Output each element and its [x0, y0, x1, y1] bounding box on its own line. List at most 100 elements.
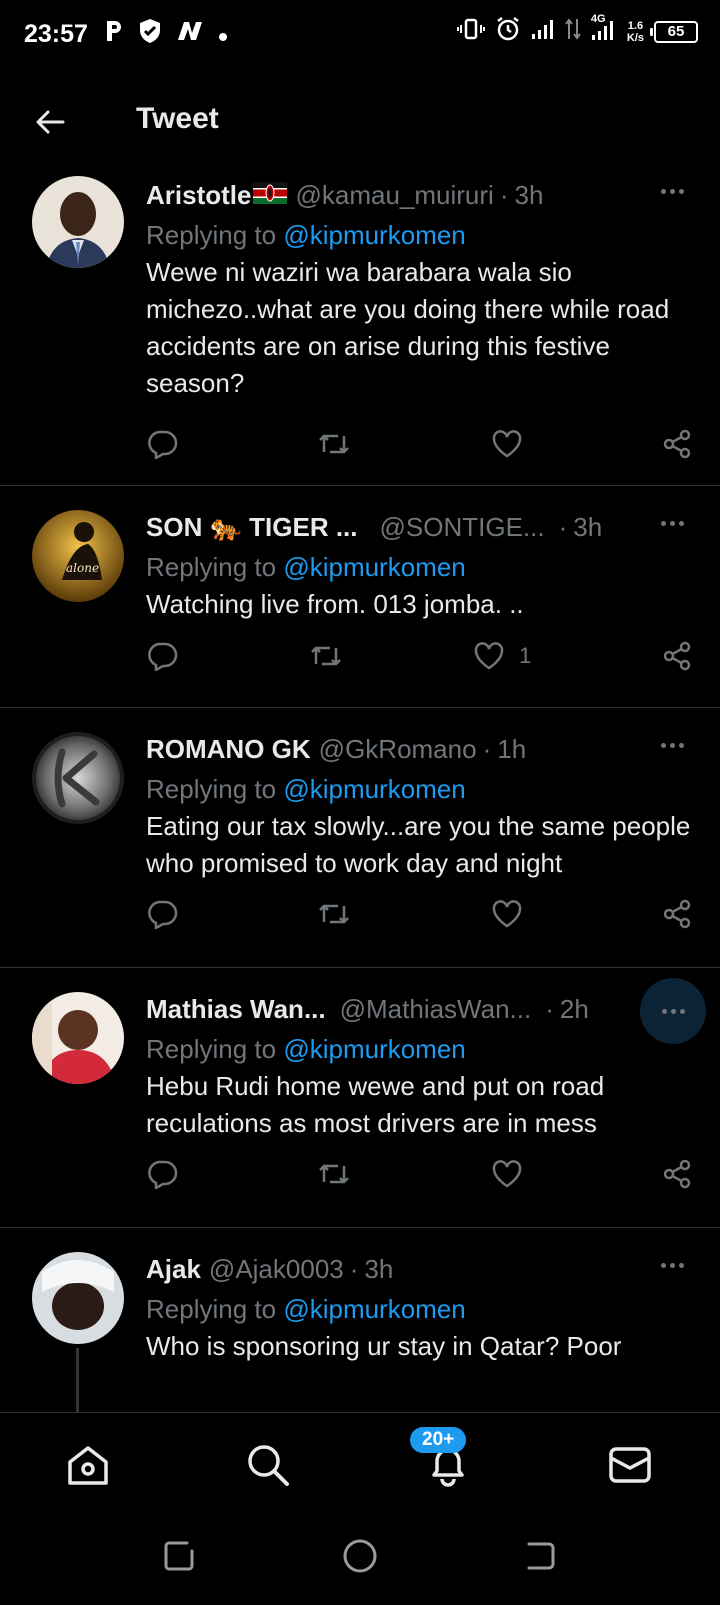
avatar[interactable]	[32, 732, 124, 824]
dot-icon	[661, 1008, 667, 1014]
display-name[interactable]: Ajak	[146, 1254, 201, 1285]
username[interactable]: @MathiasWan...	[340, 994, 532, 1025]
dot-icon	[660, 520, 666, 526]
more-options-button[interactable]	[644, 176, 700, 206]
dot-icon	[678, 520, 684, 526]
network-speed-unit: K/s	[626, 31, 644, 44]
reply-button[interactable]	[146, 429, 178, 459]
mention-link[interactable]: @kipmurkomen	[283, 1034, 465, 1064]
separator-dot: ·	[499, 179, 509, 210]
like-button[interactable]	[491, 899, 523, 929]
retweet-button[interactable]	[317, 430, 351, 458]
tweet-item[interactable]: Mathias Wan... @MathiasWan... · 2h Reply…	[0, 968, 720, 1228]
retweet-icon	[310, 646, 341, 666]
separator-dot: ·	[349, 1253, 359, 1284]
replying-to: Replying to @kipmurkomen	[146, 548, 692, 586]
tweet-item[interactable]: alone SON 🐅 TIGER ... @SONTIGE... · 3h R…	[0, 486, 720, 708]
share-button[interactable]	[662, 641, 692, 671]
more-options-button[interactable]	[644, 1250, 700, 1280]
username[interactable]: @Ajak0003	[209, 1254, 344, 1285]
display-name[interactable]: Mathias Wan...	[146, 994, 326, 1025]
svg-text:alone: alone	[66, 561, 99, 575]
timestamp[interactable]: 3h	[364, 1254, 393, 1285]
timestamp[interactable]: 1h	[497, 734, 526, 765]
tweet-body: Ajak @Ajak0003 · 3h Replying to @kipmurk…	[146, 1252, 692, 1365]
retweet-button[interactable]	[309, 642, 343, 670]
tweet-header: Aristotle @kamau_muiruri · 3h	[146, 178, 692, 212]
tweet-body: Aristotle @kamau_muiruri · 3h Replying t…	[146, 178, 692, 402]
reply-button[interactable]	[146, 641, 178, 671]
tweet-item[interactable]: ROMANO GK @GkRomano · 1h Replying to @ki…	[0, 708, 720, 968]
notification-badge: 20+	[410, 1427, 467, 1453]
display-name[interactable]: Aristotle	[146, 180, 251, 211]
bottom-navigation: 20+	[0, 1412, 720, 1512]
display-name[interactable]: ROMANO GK	[146, 734, 311, 765]
tweet-actions	[146, 424, 692, 464]
mention-link[interactable]: @kipmurkomen	[283, 774, 465, 804]
like-button[interactable]	[491, 429, 523, 459]
username[interactable]: @GkRomano	[319, 734, 477, 765]
home-system-button[interactable]	[338, 1534, 382, 1578]
timestamp[interactable]: 2h	[560, 994, 589, 1025]
tweet-item[interactable]: Aristotle @kamau_muiruri · 3h Replying t…	[0, 168, 720, 486]
nav-search-button[interactable]	[244, 1441, 292, 1489]
share-button[interactable]	[662, 899, 692, 929]
avatar[interactable]	[32, 176, 124, 268]
replying-to: Replying to @kipmurkomen	[146, 1290, 692, 1328]
mention-link[interactable]: @kipmurkomen	[283, 1294, 465, 1324]
tweet-item[interactable]: Ajak @Ajak0003 · 3h Replying to @kipmurk…	[0, 1228, 720, 1412]
mention-link[interactable]: @kipmurkomen	[283, 220, 465, 250]
back-system-icon	[527, 1542, 555, 1570]
share-button[interactable]	[662, 1159, 692, 1189]
mention-link[interactable]: @kipmurkomen	[283, 552, 465, 582]
dot-icon	[669, 742, 675, 748]
retweet-icon	[319, 1164, 350, 1184]
news-app-icon	[176, 20, 204, 49]
status-time: 23:57	[24, 20, 88, 48]
share-icon	[663, 899, 691, 929]
dot-icon	[669, 520, 675, 526]
separator-dot: ·	[482, 733, 492, 764]
reply-icon	[148, 430, 178, 459]
parking-app-icon	[104, 19, 124, 50]
username[interactable]: @SONTIGE...	[380, 512, 545, 543]
retweet-button[interactable]	[317, 900, 351, 928]
tweet-text: Eating our tax slowly...are you the same…	[146, 811, 691, 878]
tweet-header: Ajak @Ajak0003 · 3h	[146, 1252, 692, 1286]
share-button[interactable]	[662, 429, 692, 459]
back-system-button[interactable]	[518, 1534, 562, 1578]
nav-messages-button[interactable]	[606, 1441, 654, 1489]
like-button[interactable]	[491, 1159, 523, 1189]
nav-home-button[interactable]	[64, 1441, 112, 1489]
more-options-button[interactable]	[644, 508, 700, 538]
more-options-button[interactable]	[644, 730, 700, 760]
replying-prefix: Replying to	[146, 774, 284, 804]
shield-app-icon	[138, 18, 162, 51]
system-navigation-bar	[0, 1512, 720, 1605]
messages-icon	[609, 1447, 651, 1483]
more-options-button[interactable]	[640, 978, 706, 1044]
network-type: 4G	[590, 13, 606, 25]
replying-to: Replying to @kipmurkomen	[146, 1030, 692, 1068]
retweet-button[interactable]	[317, 1160, 351, 1188]
avatar[interactable]	[32, 1252, 124, 1344]
avatar[interactable]	[32, 992, 124, 1084]
avatar[interactable]: alone	[32, 510, 124, 602]
like-button[interactable]: 1	[473, 641, 531, 671]
recent-apps-button[interactable]	[158, 1534, 202, 1578]
status-right-icons: 4G 1.6 K/s 65	[456, 13, 698, 47]
share-icon	[663, 641, 691, 671]
dot-icon	[678, 1262, 684, 1268]
username[interactable]: @kamau_muiruri	[295, 180, 493, 211]
display-name[interactable]: SON 🐅 TIGER ...	[146, 512, 358, 543]
share-icon	[663, 1159, 691, 1189]
dot-icon	[669, 1262, 675, 1268]
dot-icon	[669, 188, 675, 194]
reply-button[interactable]	[146, 1159, 178, 1189]
timestamp[interactable]: 3h	[514, 180, 543, 211]
timestamp[interactable]: 3h	[573, 512, 602, 543]
tweet-actions: 1	[146, 636, 692, 676]
back-button[interactable]	[28, 100, 72, 144]
reply-button[interactable]	[146, 899, 178, 929]
kenya-flag-icon	[253, 180, 288, 211]
